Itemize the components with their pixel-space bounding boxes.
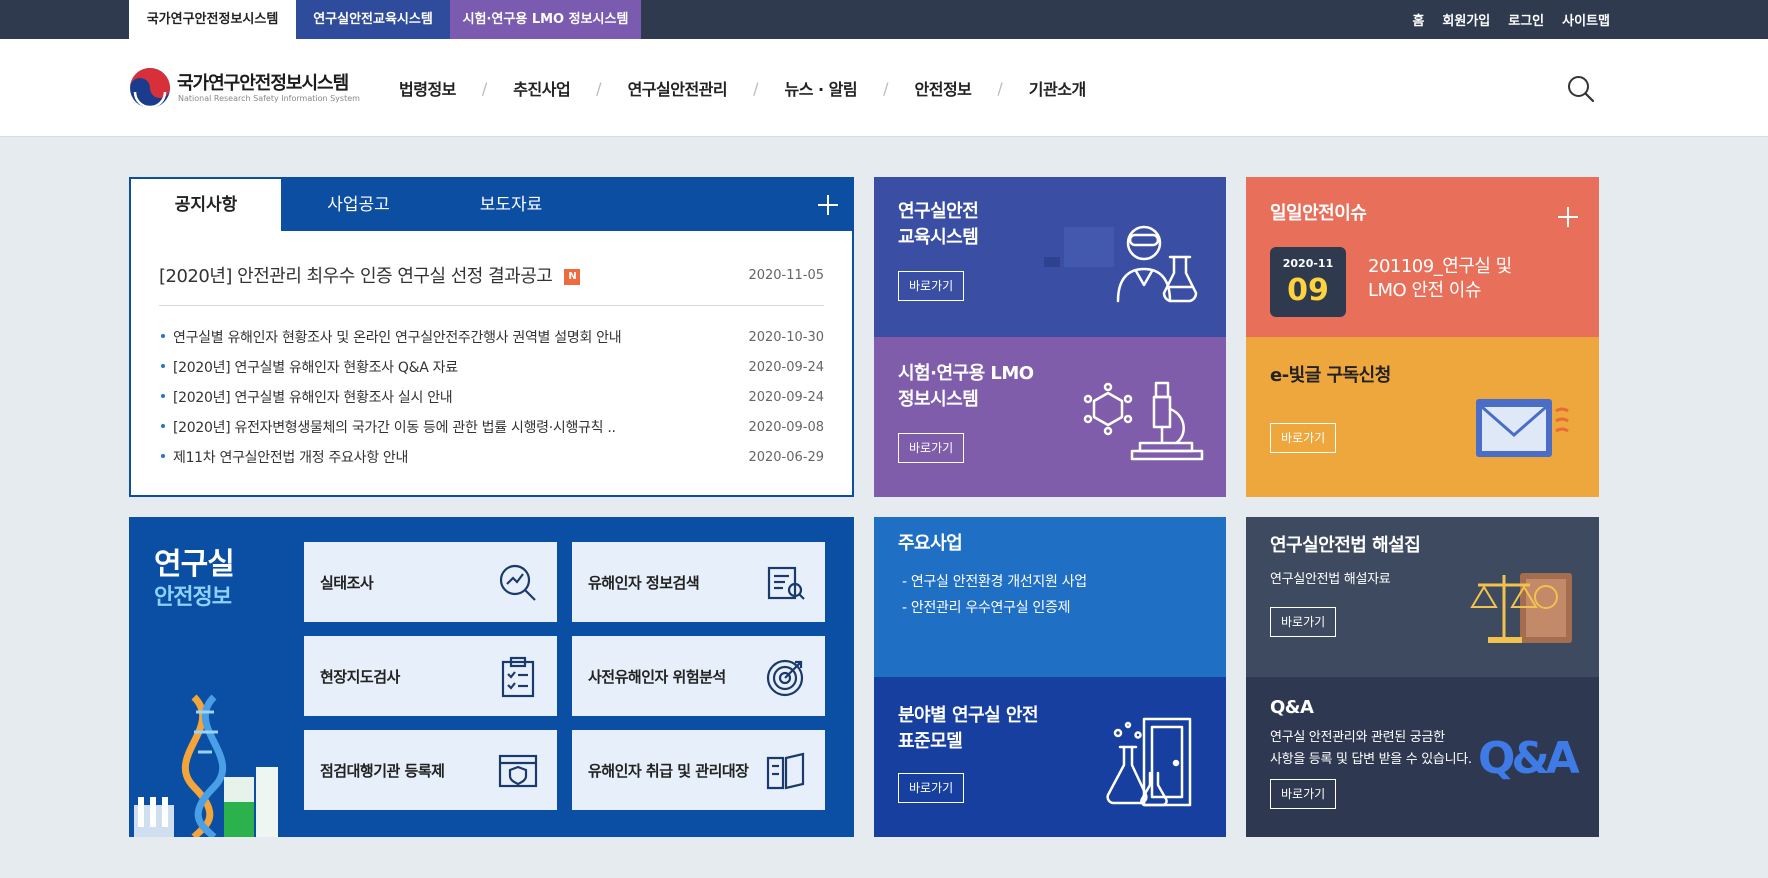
notice-board: 공지사항 사업공고 보도자료 [2020년] 안전관리 최우수 인증 연구실 선… <box>129 177 854 497</box>
list-item[interactable]: 연구실별 유해인자 현황조사 및 온라인 연구실안전주간행사 권역별 설명회 안… <box>159 327 824 357</box>
top-tab-education-system[interactable]: 연구실안전교육시스템 <box>296 0 450 39</box>
taegeuk-logo-icon <box>130 68 170 109</box>
bullet-icon <box>161 454 165 458</box>
open-book-icon <box>766 752 805 790</box>
major-projects-title: 주요사업 <box>898 533 963 554</box>
law-go-button[interactable]: 바로가기 <box>1270 607 1337 637</box>
lmo-go-button[interactable]: 바로가기 <box>898 433 965 463</box>
nav-separator: / <box>753 78 759 98</box>
notice-more-plus-icon[interactable] <box>818 195 838 215</box>
flask-door-icon <box>1106 717 1192 807</box>
newsletter-tile[interactable]: e-빛글 구독신청 바로가기 <box>1246 337 1599 497</box>
bullet-icon <box>161 334 165 338</box>
nav-safety-info[interactable]: 안전정보 <box>915 76 972 100</box>
qna-go-button[interactable]: 바로가기 <box>1270 779 1337 809</box>
shield-window-icon <box>498 754 538 788</box>
standard-model-title: 분야별 연구실 안전 표준모델 <box>898 705 1039 752</box>
envelope-icon <box>1476 399 1569 457</box>
microscope-molecule-icon <box>1083 381 1204 461</box>
target-icon <box>766 659 804 697</box>
lmo-system-tile[interactable]: 시험·연구용 LMO 정보시스템 바로가기 <box>874 337 1226 497</box>
main-nav: 법령정보 / 추진사업 / 연구실안전관리 / 뉴스 · 알림 / 안전정보 /… <box>399 39 1086 137</box>
newsletter-title: e-빛글 구독신청 <box>1270 365 1391 386</box>
lab-safety-info-panel: 연구실 안전정보 실태조사 유해인자 정보검색 현장지도검사 사전유해인자 위험… <box>129 517 854 837</box>
major-projects-tile[interactable]: 주요사업 - 연구실 안전환경 개선지원 사업 - 안전관리 우수연구실 인증제 <box>874 517 1226 677</box>
daily-issue-title: 일일안전이슈 <box>1270 203 1367 224</box>
list-item[interactable]: [2020년] 유전자변형생물체의 국가간 이동 등에 관한 법률 시행령·시행… <box>159 417 824 447</box>
list-item[interactable]: 제11차 연구실안전법 개정 주요사항 안내 2020-06-29 <box>159 447 824 477</box>
home-link[interactable]: 홈 <box>1412 10 1424 29</box>
nav-separator: / <box>596 78 602 98</box>
lab-info-subtitle: 안전정보 <box>154 585 232 610</box>
hazard-ledger-button[interactable]: 유해인자 취급 및 관리대장 <box>572 730 825 810</box>
nav-about[interactable]: 기관소개 <box>1029 76 1086 100</box>
bullet-icon <box>161 424 165 428</box>
risk-analysis-button[interactable]: 사전유해인자 위험분석 <box>572 636 825 716</box>
magnifier-chart-icon <box>499 564 536 601</box>
daily-issue-text[interactable]: 201109_연구실 및 LMO 안전 이슈 <box>1368 255 1512 303</box>
nav-separator: / <box>481 78 488 98</box>
law-tile-title: 연구실안전법 해설집 <box>1270 535 1421 556</box>
scientist-icon <box>1116 225 1198 303</box>
logo-title: 국가연구안전정보시스템 <box>177 73 349 94</box>
nav-news[interactable]: 뉴스 · 알림 <box>785 76 858 100</box>
standard-model-tile[interactable]: 분야별 연구실 안전 표준모델 바로가기 <box>874 677 1226 837</box>
dna-lab-illustration-icon <box>134 694 278 837</box>
major-project-item[interactable]: - 연구실 안전환경 개선지원 사업 <box>902 569 1087 595</box>
top-bar: 국가연구안전정보시스템 연구실안전교육시스템 시험·연구용 LMO 정보시스템 … <box>0 0 1768 39</box>
qna-desc: 연구실 안전관리와 관련된 궁금한 사항을 등록 및 답변 받을 수 있습니다. <box>1270 730 1472 767</box>
login-link[interactable]: 로그인 <box>1508 10 1544 29</box>
sitemap-link[interactable]: 사이트맵 <box>1562 10 1610 29</box>
bullet-icon <box>161 394 165 398</box>
inspection-agency-button[interactable]: 점검대행기관 등록제 <box>304 730 557 810</box>
nav-projects[interactable]: 추진사업 <box>513 76 570 100</box>
lab-info-title: 연구실 <box>154 547 235 582</box>
document-search-icon <box>767 566 805 600</box>
education-system-tile[interactable]: 연구실안전 교육시스템 바로가기 <box>874 177 1226 337</box>
nav-separator: / <box>883 78 889 98</box>
major-project-item[interactable]: - 안전관리 우수연구실 인증제 <box>902 595 1070 621</box>
scales-law-book-icon <box>1470 573 1572 643</box>
site-inspection-button[interactable]: 현장지도검사 <box>304 636 557 716</box>
featured-notice-title[interactable]: [2020년] 안전관리 최우수 인증 연구실 선정 결과공고 N <box>159 262 581 288</box>
list-item[interactable]: [2020년] 연구실별 유해인자 현황조사 Q&A 자료 2020-09-24 <box>159 357 824 387</box>
newsletter-go-button[interactable]: 바로가기 <box>1270 423 1337 453</box>
education-tile-title: 연구실안전 교육시스템 <box>898 201 979 248</box>
lab-safety-law-tile[interactable]: 연구실안전법 해설집 연구실안전법 해설자료 바로가기 <box>1246 517 1599 677</box>
bullet-icon <box>161 364 165 368</box>
signup-link[interactable]: 회원가입 <box>1442 10 1490 29</box>
nav-separator: / <box>997 78 1003 98</box>
qna-tile[interactable]: Q&A 연구실 안전관리와 관련된 궁금한 사항을 등록 및 답변 받을 수 있습… <box>1246 677 1599 837</box>
survey-button[interactable]: 실태조사 <box>304 542 557 622</box>
new-badge: N <box>564 269 581 285</box>
utility-links: 홈 회원가입 로그인 사이트맵 <box>1412 0 1610 39</box>
qna-title: Q&A <box>1270 697 1314 718</box>
qna-art-text: Q&A <box>1478 733 1580 784</box>
lmo-tile-title: 시험·연구용 LMO 정보시스템 <box>898 363 1034 410</box>
header: 국가연구안전정보시스템 National Research Safety Inf… <box>0 39 1768 137</box>
daily-more-plus-icon[interactable] <box>1558 207 1578 227</box>
tab-notices[interactable]: 공지사항 <box>131 179 281 231</box>
clipboard-checklist-icon <box>501 656 535 698</box>
logo-subtitle: National Research Safety Information Sys… <box>178 94 360 103</box>
notice-list: 연구실별 유해인자 현황조사 및 온라인 연구실안전주간행사 권역별 설명회 안… <box>159 327 824 477</box>
date-badge: 2020-11 09 <box>1270 247 1346 317</box>
divider <box>159 305 824 306</box>
law-tile-desc: 연구실안전법 해설자료 <box>1270 572 1391 587</box>
top-tab-national-safety[interactable]: 국가연구안전정보시스템 <box>129 0 296 39</box>
hazard-search-button[interactable]: 유해인자 정보검색 <box>572 542 825 622</box>
daily-safety-issue-tile[interactable]: 일일안전이슈 2020-11 09 201109_연구실 및 LMO 안전 이슈 <box>1246 177 1599 337</box>
standard-model-go-button[interactable]: 바로가기 <box>898 773 965 803</box>
search-icon[interactable] <box>1566 74 1596 104</box>
tab-business-announcements[interactable]: 사업공고 <box>281 179 436 231</box>
featured-notice-date: 2020-11-05 <box>748 268 824 283</box>
site-logo[interactable]: 국가연구안전정보시스템 National Research Safety Inf… <box>129 67 360 115</box>
notice-tabs: 공지사항 사업공고 보도자료 <box>131 179 852 231</box>
top-tab-lmo-system[interactable]: 시험·연구용 LMO 정보시스템 <box>450 0 641 39</box>
nav-law-info[interactable]: 법령정보 <box>399 76 456 100</box>
nav-lab-safety-management[interactable]: 연구실안전관리 <box>628 76 728 100</box>
list-item[interactable]: [2020년] 연구실별 유해인자 현황조사 실시 안내 2020-09-24 <box>159 387 824 417</box>
education-go-button[interactable]: 바로가기 <box>898 271 965 301</box>
tab-press-releases[interactable]: 보도자료 <box>436 179 586 231</box>
